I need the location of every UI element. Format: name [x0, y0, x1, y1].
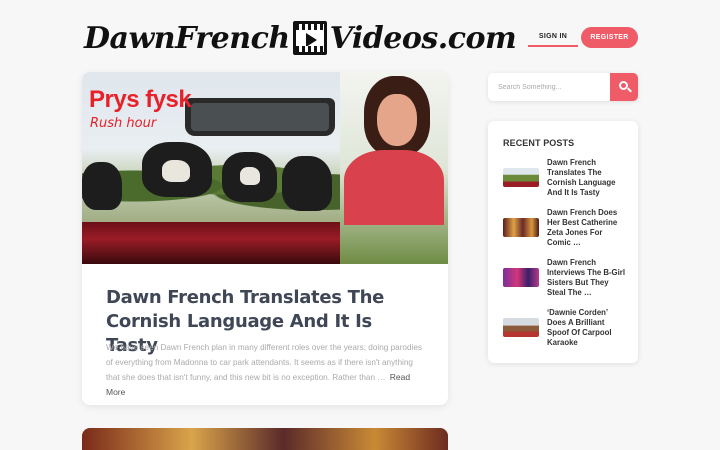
- search-input[interactable]: [488, 73, 610, 101]
- image-caption-subtitle: Rush hour: [90, 116, 157, 131]
- featured-post-excerpt: We have seen Dawn French plan in many di…: [106, 340, 426, 400]
- register-button[interactable]: REGISTER: [581, 27, 638, 48]
- recent-posts-widget: RECENT POSTS Dawn French Translates The …: [488, 121, 638, 363]
- logo-text-left: DawnFrench: [84, 20, 290, 56]
- sign-in-button[interactable]: SIGN IN: [528, 29, 578, 47]
- image-caption-title: Prys fysk: [89, 86, 192, 113]
- search-box: [488, 73, 638, 101]
- recent-post-thumbnail[interactable]: [503, 318, 539, 337]
- recent-post-thumbnail[interactable]: [503, 268, 539, 287]
- recent-post-title[interactable]: ‘Dawnie Corden’ Does A Brilliant Spoof O…: [547, 308, 627, 348]
- site-header: DawnFrench Videos.com SIGN IN REGISTER: [0, 0, 720, 72]
- site-logo[interactable]: DawnFrench Videos.com: [84, 16, 517, 60]
- recent-post-item[interactable]: Dawn French Translates The Cornish Langu…: [503, 158, 628, 202]
- recent-post-title[interactable]: Dawn French Interviews The B-Girl Sister…: [547, 258, 627, 298]
- recent-post-item[interactable]: Dawn French Interviews The B-Girl Sister…: [503, 258, 628, 302]
- rearview-mirror: [185, 98, 335, 136]
- recent-post-thumbnail[interactable]: [503, 168, 539, 187]
- recent-post-item[interactable]: Dawn French Does Her Best Catherine Zeta…: [503, 208, 628, 252]
- recent-post-title[interactable]: Dawn French Translates The Cornish Langu…: [547, 158, 627, 198]
- recent-posts-heading: RECENT POSTS: [503, 138, 575, 148]
- film-play-icon: [292, 21, 327, 55]
- featured-post-image[interactable]: Prys fysk Rush hour: [82, 72, 448, 264]
- search-button[interactable]: [610, 73, 638, 101]
- recent-post-thumbnail[interactable]: [503, 218, 539, 237]
- recent-post-title[interactable]: Dawn French Does Her Best Catherine Zeta…: [547, 208, 627, 248]
- featured-post-card[interactable]: Prys fysk Rush hour Dawn French Translat…: [82, 72, 448, 405]
- logo-text-right: Videos.com: [329, 20, 517, 56]
- next-post-card-image[interactable]: [82, 428, 448, 450]
- excerpt-text: We have seen Dawn French plan in many di…: [106, 343, 423, 382]
- recent-post-item[interactable]: ‘Dawnie Corden’ Does A Brilliant Spoof O…: [503, 308, 628, 352]
